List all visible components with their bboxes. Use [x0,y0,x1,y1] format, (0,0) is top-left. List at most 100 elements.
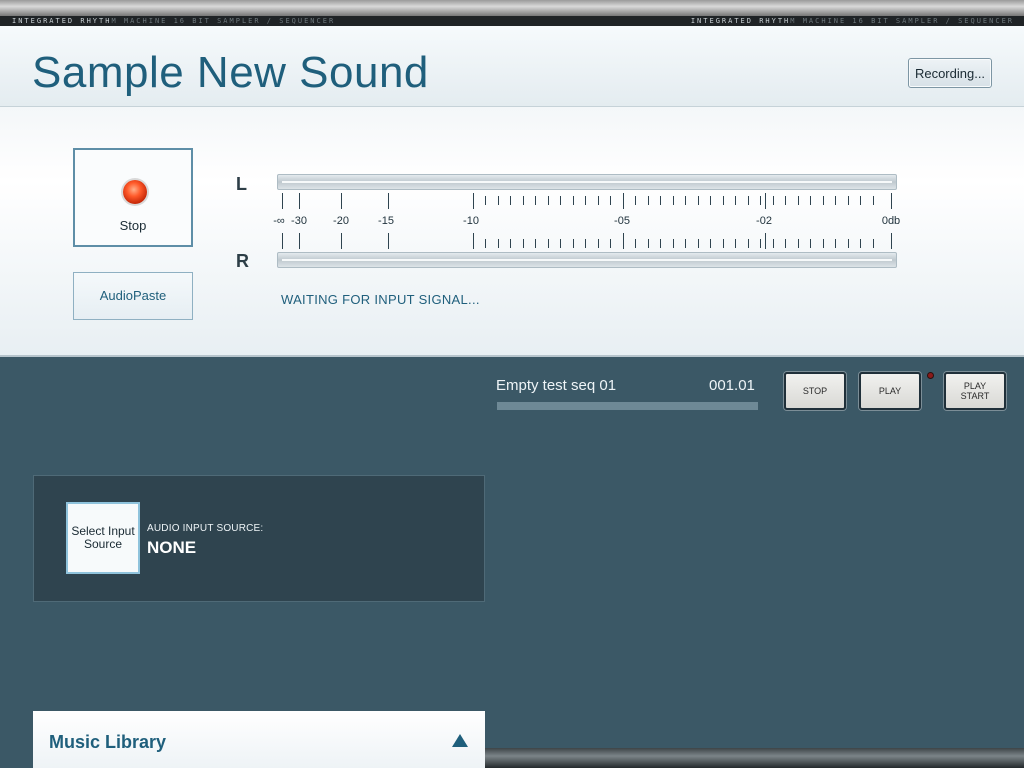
input-source-panel: Select Input Source AUDIO INPUT SOURCE: … [33,475,485,602]
minor-tick [648,196,649,205]
minor-tick [648,239,649,248]
scale-label: -20 [333,215,349,227]
major-tick [473,193,474,209]
minor-tick [573,196,574,205]
minor-tick [548,196,549,205]
minor-tick [798,196,799,205]
minor-tick [810,239,811,248]
minor-tick [685,239,686,248]
minor-tick [848,239,849,248]
major-tick [388,233,389,249]
minor-tick [485,196,486,205]
brand-right-dim: M MACHINE 16 BIT SAMPLER / SEQUENCER [790,17,1014,25]
brand-left-bright: INTEGRATED RHYTH [12,17,112,25]
minor-tick [710,239,711,248]
minor-tick [785,239,786,248]
scale-label: 0db [881,215,901,227]
minor-tick [773,196,774,205]
minor-tick [735,196,736,205]
sequence-progress-bar [497,402,758,410]
major-tick [341,193,342,209]
minor-tick [598,239,599,248]
minor-tick [573,239,574,248]
minor-tick [723,196,724,205]
minor-tick [498,196,499,205]
play-button[interactable]: PLAY [859,372,921,410]
top-chrome-strip [0,0,1024,16]
status-text: WAITING FOR INPUT SIGNAL... [281,292,480,307]
scale-label: -∞ [273,215,285,227]
minor-tick [860,239,861,248]
major-tick [299,193,300,209]
minor-tick [685,196,686,205]
major-tick [282,193,283,209]
minor-tick [673,239,674,248]
major-tick [623,193,624,209]
minor-tick [823,239,824,248]
minor-tick [735,239,736,248]
input-source-caption: AUDIO INPUT SOURCE: [147,523,264,534]
minor-tick [498,239,499,248]
minor-tick [510,196,511,205]
select-input-source-button[interactable]: Select Input Source [66,502,140,574]
minor-tick [635,239,636,248]
major-tick [473,233,474,249]
minor-tick [660,239,661,248]
bottom-chrome-strip [485,748,1024,768]
input-source-value: NONE [147,538,197,557]
major-tick [282,233,283,249]
play-indicator-led [928,373,933,378]
minor-tick [610,196,611,205]
minor-tick [760,239,761,248]
minor-tick [785,196,786,205]
major-tick [891,193,892,209]
minor-tick [873,239,874,248]
minor-tick [510,239,511,248]
minor-tick [798,239,799,248]
minor-tick [873,196,874,205]
scale-label: -15 [378,215,394,227]
header: Sample New Sound Recording... [0,26,1024,107]
music-library-title: Music Library [49,732,167,752]
brand-left-dim: M MACHINE 16 BIT SAMPLER / SEQUENCER [111,17,336,25]
minor-tick [698,196,699,205]
brand-right: INTEGRATED RHYTHM MACHINE 16 BIT SAMPLER… [691,16,1014,26]
minor-tick [835,196,836,205]
major-tick [388,193,389,209]
minor-tick [485,239,486,248]
music-library-panel[interactable]: Music Library [33,711,485,768]
stop-button[interactable]: STOP [784,372,846,410]
minor-tick [823,196,824,205]
minor-tick [598,196,599,205]
triangle-up-icon[interactable] [452,734,468,747]
minor-tick [835,239,836,248]
page-title: Sample New Sound [32,48,429,97]
minor-tick [660,196,661,205]
minor-tick [560,196,561,205]
major-tick [765,233,766,249]
minor-tick [723,239,724,248]
brand-right-bright: INTEGRATED RHYTH [690,17,791,25]
minor-tick [635,196,636,205]
brand-bar: INTEGRATED RHYTHM MACHINE 16 BIT SAMPLER… [0,16,1024,26]
minor-tick [535,196,536,205]
scale-label: -30 [291,215,307,227]
major-tick [765,193,766,209]
db-scale: -∞ -30 -20 -15 -10 -05 -02 0db [0,107,1024,355]
scale-label: -05 [614,215,630,227]
major-tick [623,233,624,249]
minor-tick [748,239,749,248]
play-start-button[interactable]: PLAY START [944,372,1006,410]
brand-left: INTEGRATED RHYTHM MACHINE 16 BIT SAMPLER… [12,16,335,26]
minor-tick [523,239,524,248]
minor-tick [548,239,549,248]
minor-tick [710,196,711,205]
minor-tick [585,239,586,248]
minor-tick [810,196,811,205]
minor-tick [860,196,861,205]
sequence-name: Empty test seq 01 [496,377,617,394]
minor-tick [535,239,536,248]
minor-tick [760,196,761,205]
major-tick [891,233,892,249]
recording-button[interactable]: Recording... [908,58,992,88]
